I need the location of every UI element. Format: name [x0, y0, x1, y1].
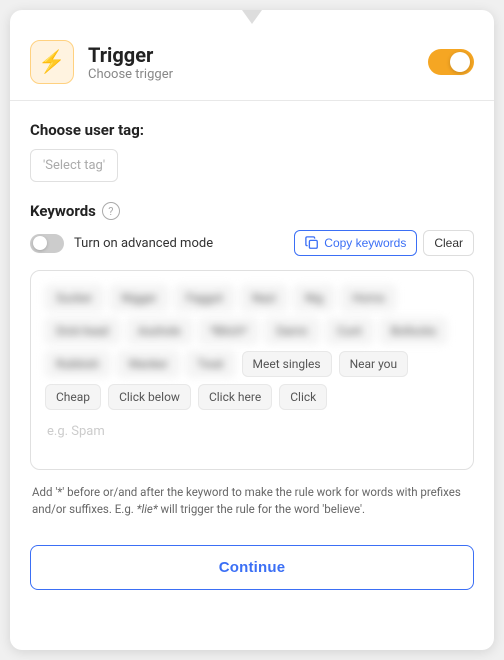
copy-icon: [305, 236, 319, 250]
advanced-left: Turn on advanced mode: [30, 234, 213, 253]
keyword-tag-click[interactable]: Click: [279, 384, 327, 410]
user-tag-select[interactable]: 'Select tag': [30, 149, 118, 182]
keyword-tag-near-you[interactable]: Near you: [339, 351, 409, 377]
toggle-thumb: [450, 52, 470, 72]
keyword-tag[interactable]: Bollocks: [380, 318, 448, 344]
keywords-header: Keywords ?: [30, 202, 474, 220]
keyword-tag[interactable]: Nazi: [241, 285, 287, 311]
lightning-icon: ⚡: [38, 50, 65, 75]
header-subtitle: Choose trigger: [88, 67, 173, 82]
keywords-box: Sucker Nigger Faggot Nazi Nig Homo Dick-…: [30, 270, 474, 470]
main-toggle[interactable]: [428, 49, 474, 75]
keyword-tag[interactable]: Asshole: [127, 318, 192, 344]
keyword-tag[interactable]: Twat: [186, 351, 234, 377]
help-icon[interactable]: ?: [102, 202, 120, 220]
copy-keywords-button[interactable]: Copy keywords: [294, 230, 417, 256]
keyword-tag[interactable]: Wanker: [117, 351, 179, 377]
header-left: ⚡ Trigger Choose trigger: [30, 40, 173, 84]
keyword-tag[interactable]: Homo: [341, 285, 396, 311]
header-title: Trigger: [88, 43, 173, 67]
toggle-track: [428, 49, 474, 75]
info-text: Add '*' before or/and after the keyword …: [30, 484, 474, 519]
keyword-tag-click-here[interactable]: Click here: [198, 384, 272, 410]
keyword-tag[interactable]: Rubbish: [45, 351, 110, 377]
continue-button[interactable]: Continue: [30, 545, 474, 590]
footer: Continue: [10, 545, 494, 610]
advanced-toggle-thumb: [33, 236, 47, 250]
user-tag-label: Choose user tag:: [30, 121, 474, 139]
keyword-tag-meet-singles[interactable]: Meet singles: [242, 351, 332, 377]
advanced-buttons: Copy keywords Clear: [294, 230, 474, 256]
keyword-tag-cheap[interactable]: Cheap: [45, 384, 101, 410]
connector-arrow: [242, 10, 262, 24]
keyword-tag[interactable]: *Bitch*: [199, 318, 259, 344]
keyword-tag[interactable]: Dick-head: [45, 318, 120, 344]
keyword-tag[interactable]: Faggot: [175, 285, 234, 311]
clear-button[interactable]: Clear: [423, 230, 474, 256]
trigger-icon: ⚡: [30, 40, 74, 84]
header-text: Trigger Choose trigger: [88, 43, 173, 82]
keywords-placeholder[interactable]: e.g. Spam: [45, 420, 459, 443]
copy-keywords-label: Copy keywords: [324, 236, 406, 250]
header: ⚡ Trigger Choose trigger: [10, 24, 494, 101]
advanced-mode-label: Turn on advanced mode: [74, 236, 213, 251]
keyword-tag[interactable]: Nig: [294, 285, 334, 311]
connector: [10, 10, 494, 24]
keyword-tag[interactable]: Sucker: [45, 285, 103, 311]
body: Choose user tag: 'Select tag' Keywords ?…: [10, 101, 494, 545]
advanced-mode-toggle[interactable]: [30, 234, 64, 253]
keyword-tag[interactable]: Damn: [265, 318, 319, 344]
keywords-title: Keywords: [30, 202, 96, 220]
keyword-tag[interactable]: Cunt: [326, 318, 373, 344]
main-card: ⚡ Trigger Choose trigger Choose user tag…: [10, 10, 494, 650]
keyword-tag[interactable]: Nigger: [110, 285, 167, 311]
advanced-mode-row: Turn on advanced mode Copy keywords Clea…: [30, 230, 474, 256]
keyword-tag-click-below[interactable]: Click below: [108, 384, 191, 410]
keywords-tags: Sucker Nigger Faggot Nazi Nig Homo Dick-…: [45, 285, 459, 410]
user-tag-section: Choose user tag: 'Select tag': [30, 121, 474, 182]
